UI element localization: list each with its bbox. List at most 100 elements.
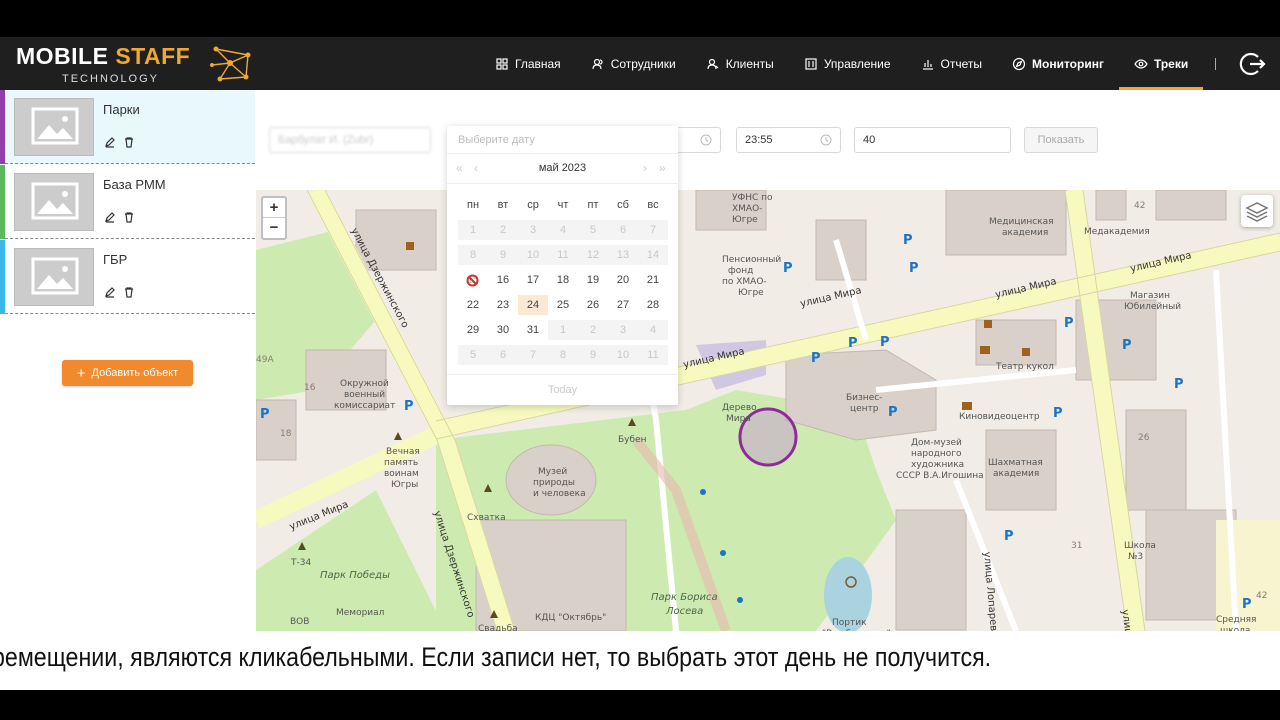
users-icon bbox=[592, 58, 603, 69]
svg-text:P: P bbox=[1174, 377, 1184, 392]
date-input[interactable]: Выберите дату bbox=[447, 126, 678, 154]
svg-text:СССР В.А.Игошина: СССР В.А.Игошина bbox=[896, 471, 984, 481]
client-icon bbox=[707, 58, 719, 69]
svg-text:P: P bbox=[909, 261, 919, 276]
zoom-in-button[interactable]: + bbox=[263, 198, 285, 218]
svg-text:P: P bbox=[880, 335, 890, 350]
object-item[interactable]: ГБР bbox=[0, 240, 255, 314]
calendar-day[interactable]: 31 bbox=[518, 320, 548, 340]
calendar-day-disabled: 11 bbox=[548, 244, 578, 265]
svg-text:Киновидеоцентр: Киновидеоцентр bbox=[959, 412, 1040, 422]
calendar-day[interactable]: 29 bbox=[458, 320, 488, 340]
svg-text:Югре: Югре bbox=[738, 288, 764, 298]
calendar-day-disabled: 2 bbox=[578, 319, 608, 340]
clock-icon bbox=[700, 134, 712, 146]
svg-text:природы: природы bbox=[533, 478, 575, 488]
nav-divider bbox=[1215, 57, 1217, 70]
calendar-day[interactable]: 22 bbox=[458, 295, 488, 315]
app-logo[interactable]: MOBILE STAFF TECHNOLOGY bbox=[16, 41, 256, 87]
employee-select[interactable]: Барбулат И. (Zubr) bbox=[269, 127, 431, 153]
svg-text:№3: №3 bbox=[1128, 552, 1143, 562]
svg-text:Парк Победы: Парк Победы bbox=[320, 569, 390, 581]
svg-text:Средняя: Средняя bbox=[1216, 615, 1256, 625]
calendar-day-today[interactable]: 24 bbox=[518, 294, 548, 315]
today-label: Today bbox=[547, 384, 578, 396]
show-button[interactable]: Показать bbox=[1024, 127, 1098, 153]
distance-field[interactable]: 40 bbox=[854, 127, 1011, 153]
weekday-label: пт bbox=[587, 198, 599, 211]
main-nav: Главная Сотрудники Клиенты Управление От… bbox=[480, 37, 1228, 90]
calendar-day[interactable]: 21 bbox=[638, 270, 668, 290]
calendar-day-disabled: 10 bbox=[608, 344, 638, 365]
nav-home[interactable]: Главная bbox=[480, 37, 576, 90]
calendar-day-disabled: 10 bbox=[518, 244, 548, 265]
calendar-day[interactable]: 23 bbox=[488, 295, 518, 315]
nav-clients[interactable]: Клиенты bbox=[691, 37, 789, 90]
zoom-out-button[interactable]: − bbox=[263, 218, 285, 238]
calendar-day[interactable]: 26 bbox=[578, 295, 608, 315]
calendar-day[interactable]: 28 bbox=[638, 295, 668, 315]
time-to-field[interactable]: 23:55 bbox=[736, 127, 841, 153]
manage-icon bbox=[805, 57, 817, 70]
date-placeholder: Выберите дату bbox=[458, 134, 535, 146]
svg-text:Дом-музей: Дом-музей bbox=[911, 438, 962, 448]
svg-text:Пенсионный: Пенсионный bbox=[722, 255, 781, 265]
logo-text: MOBILE STAFF bbox=[16, 43, 191, 69]
svg-text:центр: центр bbox=[850, 404, 879, 414]
add-object-button[interactable]: + Добавить объект bbox=[62, 360, 193, 386]
next-year-icon[interactable]: » bbox=[659, 161, 666, 175]
calendar-week-row: 22 23 24 25 26 27 28 bbox=[458, 292, 668, 317]
calendar-grid: пнвтсрчтптсбвс12345678910111213141516171… bbox=[458, 192, 668, 367]
calendar-day[interactable]: 20 bbox=[608, 270, 638, 290]
next-month-icon[interactable]: › bbox=[643, 161, 647, 175]
time-from-field[interactable] bbox=[675, 127, 721, 153]
logo-subtitle: TECHNOLOGY bbox=[62, 73, 160, 85]
svg-text:ВОВ: ВОВ bbox=[290, 617, 309, 627]
nav-monitoring[interactable]: Мониторинг bbox=[997, 37, 1119, 90]
nav-employees[interactable]: Сотрудники bbox=[576, 37, 691, 90]
svg-text:по ХМАО-: по ХМАО- bbox=[722, 277, 767, 287]
edit-icon[interactable] bbox=[104, 136, 116, 148]
layers-button[interactable] bbox=[1241, 195, 1273, 227]
svg-text:Югре: Югре bbox=[732, 215, 758, 225]
map-view[interactable]: PPP PPP PPP PPP PPP улица Дзержинского у… bbox=[256, 190, 1280, 631]
object-item[interactable]: База РММ bbox=[0, 165, 255, 239]
trash-icon[interactable] bbox=[123, 286, 135, 298]
object-item[interactable]: Парки bbox=[0, 90, 255, 164]
trash-icon[interactable] bbox=[123, 211, 135, 223]
trash-icon[interactable] bbox=[123, 136, 135, 148]
today-button[interactable]: Today bbox=[447, 374, 678, 404]
nav-tracks[interactable]: Треки bbox=[1118, 37, 1204, 90]
svg-text:P: P bbox=[783, 261, 793, 276]
object-color-bar bbox=[0, 90, 5, 164]
image-placeholder-icon bbox=[14, 173, 94, 231]
calendar-day[interactable]: 19 bbox=[578, 270, 608, 290]
edit-icon[interactable] bbox=[104, 211, 116, 223]
svg-text:42: 42 bbox=[1256, 591, 1267, 601]
logout-icon[interactable] bbox=[1238, 50, 1266, 78]
edit-icon[interactable] bbox=[104, 286, 116, 298]
video-subtitle: ремещении, являются кликабельными. Если … bbox=[0, 631, 1280, 690]
calendar-day[interactable]: 25 bbox=[548, 295, 578, 315]
zoom-control: + − bbox=[261, 196, 287, 240]
calendar-day-disabled: 7 bbox=[518, 344, 548, 365]
top-header: MOBILE STAFF TECHNOLOGY Главная Сотрудни… bbox=[0, 37, 1280, 90]
nav-reports[interactable]: Отчеты bbox=[906, 37, 997, 90]
date-picker-popup: Выберите дату « ‹ май 2023 › » пн вт ср чт п… bbox=[447, 126, 678, 405]
svg-text:Парк Бориса: Парк Бориса bbox=[651, 592, 718, 603]
nav-management[interactable]: Управление bbox=[789, 37, 906, 90]
calendar-day[interactable]: 17 bbox=[518, 270, 548, 290]
weekday-row: пн вт ср чт пт сб вс bbox=[458, 192, 668, 217]
calendar-week-row: 8 9 10 11 12 13 14 bbox=[458, 242, 668, 267]
svg-text:P: P bbox=[888, 405, 898, 420]
calendar-day-disabled: 5 bbox=[458, 344, 488, 365]
calendar-day[interactable]: 18 bbox=[548, 270, 578, 290]
calendar-day[interactable]: 30 bbox=[488, 320, 518, 340]
calendar-day[interactable]: 27 bbox=[608, 295, 638, 315]
svg-text:Магазин: Магазин bbox=[1130, 291, 1170, 301]
svg-text:фонд: фонд bbox=[728, 266, 753, 276]
calendar-day[interactable]: 16 bbox=[488, 270, 518, 290]
objects-sidebar: Парки База РММ ГБР + Добавить объект bbox=[0, 90, 255, 690]
svg-text:42: 42 bbox=[1134, 201, 1145, 211]
svg-text:художника: художника bbox=[911, 460, 964, 470]
